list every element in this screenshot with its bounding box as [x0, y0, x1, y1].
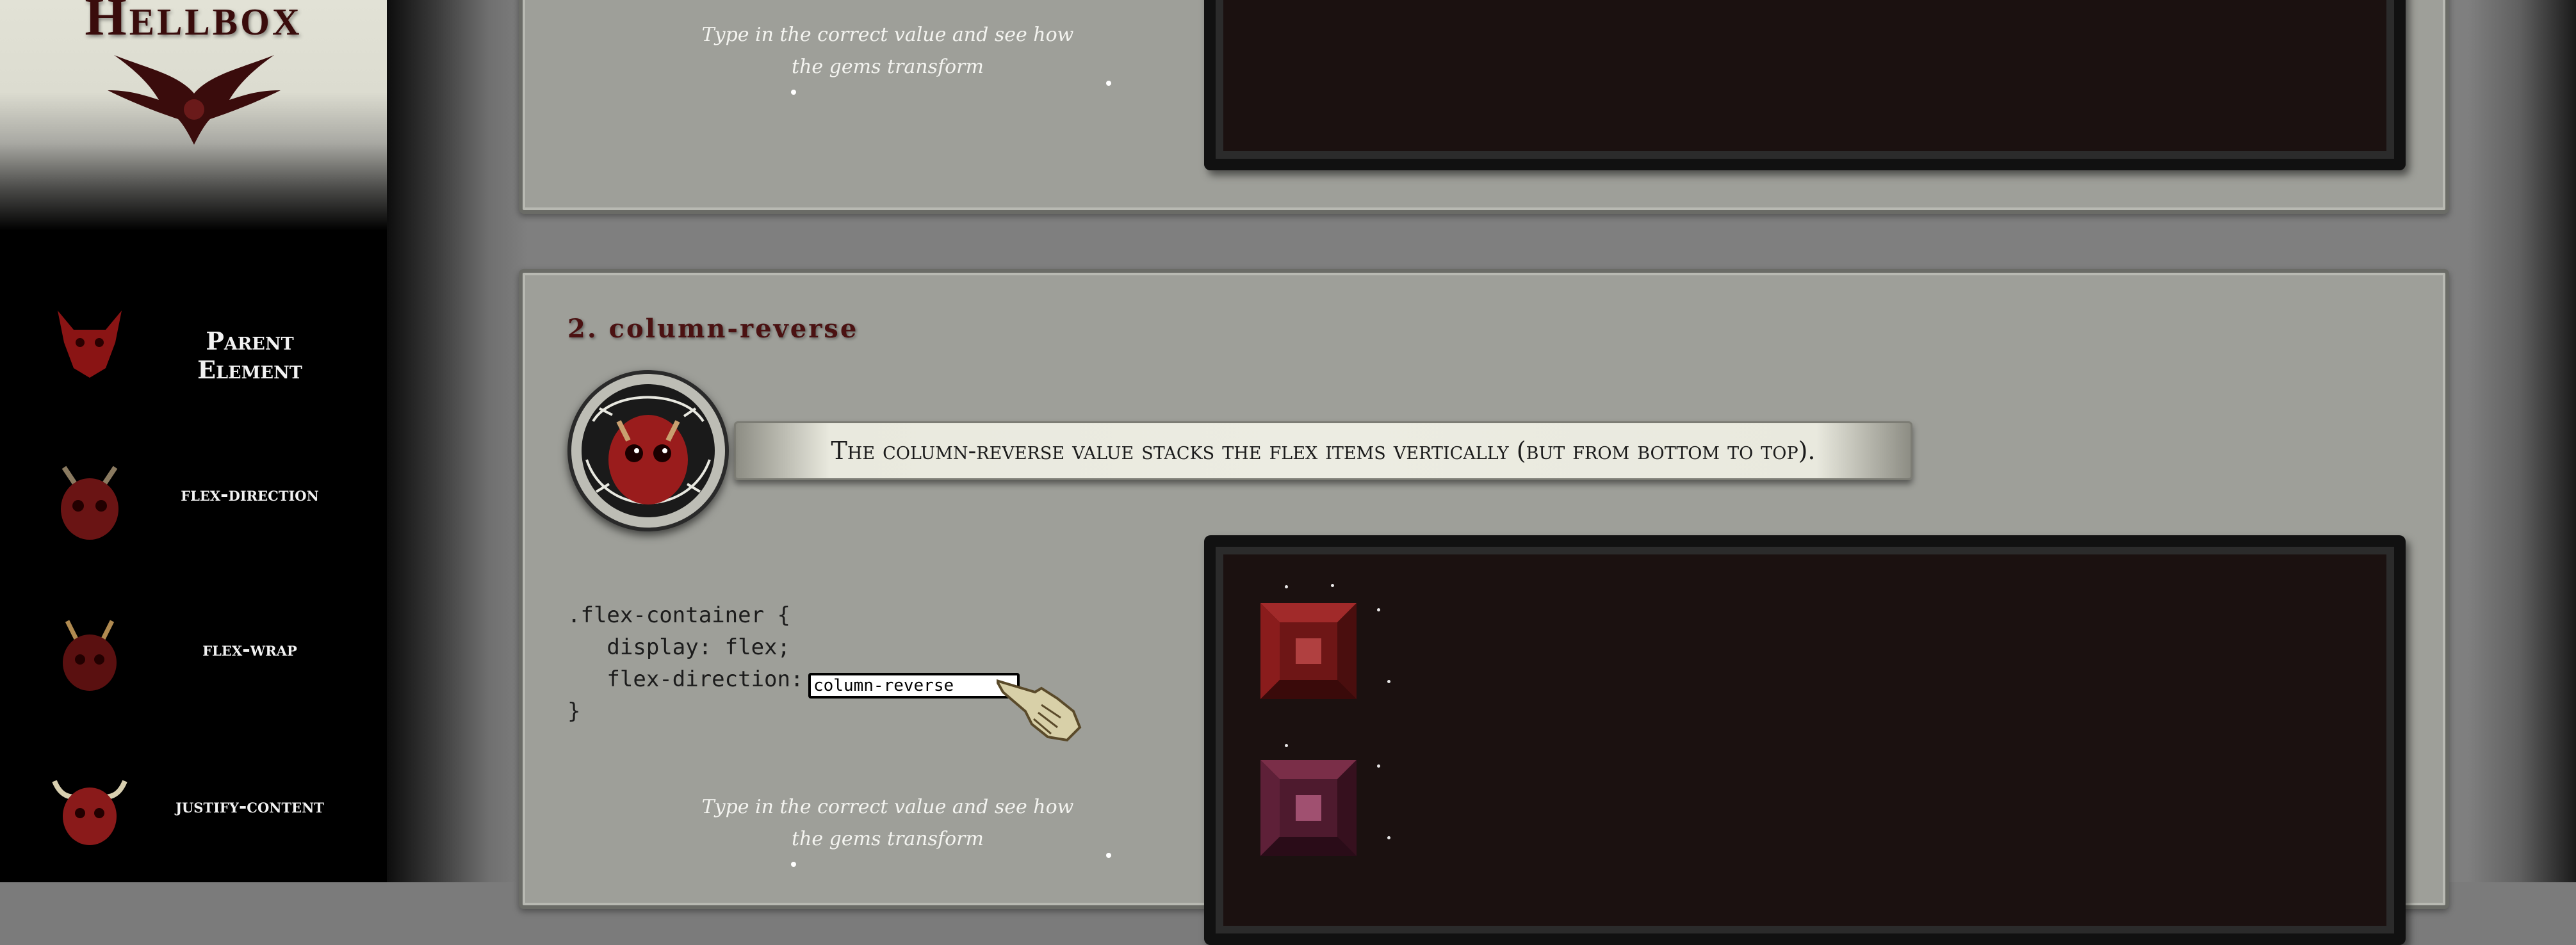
instructions-text: Type in the correct value and see how th… [686, 19, 1111, 95]
devil-avatar-icon [567, 370, 729, 531]
sidebar-item-label: flex-wrap [202, 638, 297, 661]
code-line: flex-direction: [567, 666, 804, 692]
sparkle [1377, 608, 1380, 611]
hint-banner: The column-reverse value stacks the flex… [734, 421, 1912, 480]
flex-direction-input[interactable] [808, 673, 1020, 699]
sidebar-item-flex-wrap[interactable]: flex-wrap [0, 599, 387, 707]
previous-section-panel: Type in the correct value and see how th… [519, 0, 2449, 214]
sparkle [1387, 680, 1390, 683]
sidebar-item-label: justify-content [175, 795, 324, 818]
gem-demo-area [1204, 535, 2406, 945]
demon-face-icon [58, 311, 122, 378]
bull-horned-devil-icon [52, 780, 127, 845]
sidebar-item-flex-direction[interactable]: flex-direction [0, 442, 387, 551]
sparkle [1331, 584, 1334, 587]
code-line: } [567, 699, 581, 724]
horned-imp-icon [63, 620, 117, 691]
sidebar: Hellbox Parent Element flex-direction fl… [0, 0, 387, 882]
sidebar-item-justify-content[interactable]: justify-content [0, 755, 387, 864]
gauntlet-pointer-icon [997, 679, 1082, 742]
bullet-dot [1106, 853, 1111, 858]
bullet-dot [791, 862, 796, 867]
section-title: 2. column-reverse [567, 314, 859, 344]
sparkle [1285, 744, 1288, 747]
sidebar-item-label: Parent Element [197, 327, 302, 384]
gem-demo-area [1204, 0, 2406, 170]
code-line: .flex-container { [567, 602, 790, 628]
instructions-text: Type in the correct value and see how th… [686, 791, 1111, 867]
sparkle [1377, 764, 1380, 768]
tribal-emblem-icon [108, 55, 281, 145]
code-line: display: flex; [567, 634, 790, 660]
sidebar-header: Hellbox [0, 0, 387, 230]
plum-gem-icon [1260, 760, 1357, 856]
code-block: .flex-container { display: flex; flex-di… [567, 599, 803, 727]
bullet-dot [1106, 81, 1111, 86]
red-gem-icon [1260, 603, 1357, 699]
sparkle [1285, 585, 1288, 588]
sidebar-item-label: flex-direction [181, 483, 319, 506]
bullet-dot [791, 90, 796, 95]
site-logo: Hellbox [85, 0, 302, 47]
column-reverse-section-panel: 2. column-reverse The column-reverse val… [519, 269, 2449, 945]
sidebar-item-parent-element[interactable]: Parent Element [0, 288, 387, 397]
imp-face-icon [61, 465, 118, 540]
sparkle [1387, 836, 1390, 839]
